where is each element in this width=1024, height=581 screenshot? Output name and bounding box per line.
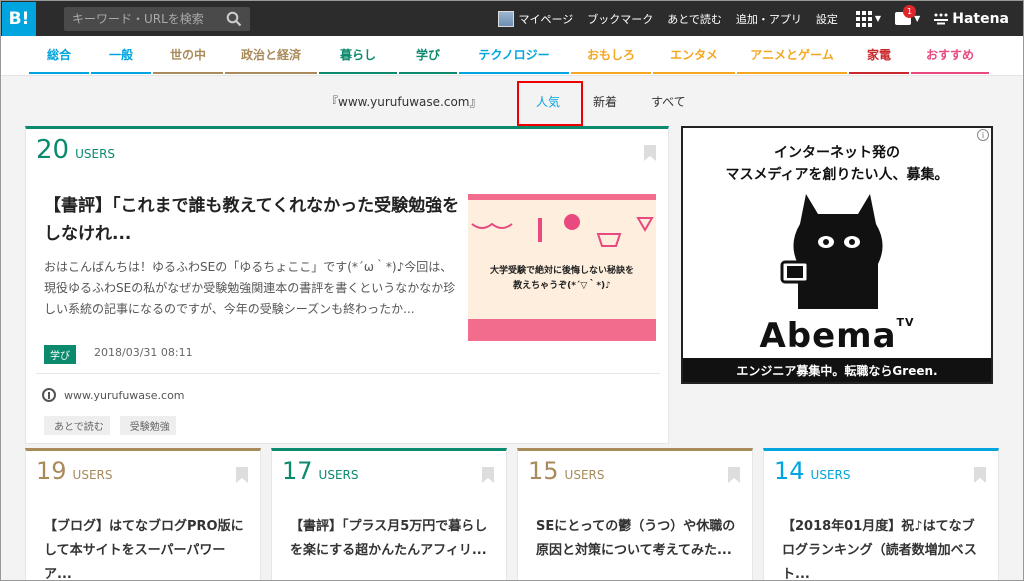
thumb-band <box>468 194 656 200</box>
users-count[interactable]: 20 USERS <box>36 135 115 165</box>
thumb-band <box>468 319 656 341</box>
divider <box>36 373 660 374</box>
caret-down-icon: ▼ <box>914 14 921 23</box>
users-label: USERS <box>318 468 359 482</box>
users-label: USERS <box>72 468 113 482</box>
tab-new[interactable]: 新着 <box>593 93 617 110</box>
entry-card: 14 USERS 【2018年01月度】祝♪はてなブログランキング（読者数増加ベスト… <box>763 448 999 580</box>
main-entry-card: 20 USERS 【書評】「これまで誰も教えてくれなかった受験勉強をしなけれ..… <box>25 126 669 444</box>
site-url: www.yurufuwase.com <box>64 388 185 402</box>
info-icon <box>42 388 56 402</box>
entry-date: 2018/03/31 08:11 <box>94 346 193 359</box>
users-number: 14 <box>774 457 805 485</box>
entry-title[interactable]: 【書評】「プラス月5万円で暮らしを楽にする超かんたんアフィリ... <box>290 515 495 563</box>
top-bar: B! マイページ ブックマーク あとで読む 追加・アプリ 設定 ▼ <box>1 1 1023 36</box>
mypage-link[interactable]: マイページ <box>498 10 574 27</box>
users-label: USERS <box>810 468 851 482</box>
category-tab[interactable]: おすすめ <box>911 36 989 74</box>
category-tab[interactable]: 家電 <box>849 36 909 74</box>
category-tab[interactable]: 一般 <box>91 36 151 74</box>
hatena-brand-link[interactable]: Hatena <box>934 11 1009 27</box>
read-later-link[interactable]: あとで読む <box>667 11 722 27</box>
entry-title[interactable]: 【書評】「これまで誰も教えてくれなかった受験勉強をしなけれ... <box>44 192 464 248</box>
users-number: 19 <box>36 457 67 485</box>
bookmark-icon[interactable] <box>974 467 986 483</box>
notification-badge: 1 <box>903 5 917 18</box>
category-tab[interactable]: 政治と経済 <box>225 36 317 74</box>
search-icon[interactable] <box>226 11 242 27</box>
category-tab[interactable]: 学び <box>399 36 457 74</box>
category-tab[interactable]: 総合 <box>29 36 89 74</box>
entry-title[interactable]: SEにとっての鬱（うつ）や休職の原因と対策について考えてみた... <box>536 515 741 563</box>
entry-site[interactable]: www.yurufuwase.com <box>42 388 185 402</box>
category-tab[interactable]: テクノロジー <box>459 36 569 74</box>
thumb-caption-line2: 教えちゃうぞ(*´▽｀*)♪ <box>513 281 611 291</box>
category-tag[interactable]: 学び <box>44 345 76 364</box>
entry-title[interactable]: 【ブログ】はてなブログPRO版にして本サイトをスーパーパワーア... <box>44 515 249 580</box>
users-count[interactable]: 17 USERS <box>282 457 358 485</box>
notification-button[interactable]: 1 ▼ <box>895 5 921 25</box>
bookmark-icon[interactable] <box>482 467 494 483</box>
entry-tags: あとで読む 受験勉強 <box>44 416 176 435</box>
bookmark-icon[interactable] <box>236 467 248 483</box>
ad-headline-line1: インターネット発の <box>774 145 900 161</box>
highlight-box <box>517 81 583 126</box>
tag-chip[interactable]: 受験勉強 <box>119 416 176 435</box>
grid-icon <box>855 10 872 27</box>
bookmark-icon[interactable] <box>728 467 740 483</box>
search-box <box>64 6 250 31</box>
users-label: USERS <box>75 147 116 161</box>
add-apps-link[interactable]: 追加・アプリ <box>736 11 802 27</box>
avatar <box>498 10 515 27</box>
bookmark-link[interactable]: ブックマーク <box>587 11 653 27</box>
entry-title[interactable]: 【2018年01月度】祝♪はてなブログランキング（読者数増加ベスト... <box>782 515 987 580</box>
thumb-caption-line1: 大学受験で絶対に後悔しない秘訣を <box>489 266 634 276</box>
ad-headline: インターネット発の マスメディアを創りたい人、募集。 <box>683 142 991 186</box>
apps-menu-button[interactable]: ▼ <box>855 10 882 27</box>
users-count[interactable]: 19 USERS <box>36 457 112 485</box>
mypage-label: マイページ <box>518 12 574 26</box>
category-tab[interactable]: おもしろ <box>571 36 651 74</box>
category-tab[interactable]: アニメとゲーム <box>737 36 847 74</box>
site-filter-label: 『www.yurufuwase.com』 <box>326 95 482 109</box>
entry-card: 19 USERS 【ブログ】はてなブログPRO版にして本サイトをスーパーパワーア..… <box>25 448 261 580</box>
category-tab[interactable]: 世の中 <box>153 36 223 74</box>
ad-brand: AbemaTV <box>683 316 991 356</box>
page: B! マイページ ブックマーク あとで読む 追加・アプリ 設定 ▼ <box>0 0 1024 581</box>
category-nav: 総合 一般 世の中 政治と経済 暮らし 学び テクノロジー おもしろ エンタメ アニメとゲーム 家電… <box>1 36 1023 76</box>
settings-link[interactable]: 設定 <box>816 11 838 27</box>
ad-brand-name: Abema <box>759 316 897 356</box>
tag-chip[interactable]: あとで読む <box>44 416 110 435</box>
search-input[interactable] <box>64 11 214 26</box>
abema-mascot-icon <box>780 194 883 309</box>
tab-all[interactable]: すべて <box>651 93 686 110</box>
entry-card: 15 USERS SEにとっての鬱（うつ）や休職の原因と対策について考えてみた... <box>517 448 753 580</box>
users-count[interactable]: 15 USERS <box>528 457 604 485</box>
hatena-label: Hatena <box>952 10 1009 27</box>
ad-brand-suffix: TV <box>896 316 915 329</box>
advertisement[interactable]: i インターネット発の マスメディアを創りたい人、募集。 AbemaTV エンジ… <box>681 126 993 384</box>
sub-tabs: 『www.yurufuwase.com』 人気 新着 すべて <box>1 81 1023 121</box>
ad-info-icon[interactable]: i <box>977 129 989 141</box>
users-number: 20 <box>36 135 70 165</box>
caret-down-icon: ▼ <box>874 14 882 23</box>
bookmark-icon[interactable] <box>644 145 656 161</box>
ad-footer: エンジニア募集中。転職ならGreen. <box>683 358 991 382</box>
header-nav: マイページ ブックマーク あとで読む 追加・アプリ 設定 ▼ 1 ▼ Haten… <box>498 1 1023 36</box>
entry-description: おはこんばんちは！ゆるふわSEの「ゆるちょここ」です(*´ω｀*)♪今回は、現役… <box>44 260 456 316</box>
party-decoration-icon <box>471 214 654 247</box>
thumb-caption: 大学受験で絶対に後悔しない秘訣を 教えちゃうぞ(*´▽｀*)♪ <box>468 264 656 294</box>
category-tab[interactable]: 暮らし <box>319 36 397 74</box>
entry-thumbnail[interactable]: 大学受験で絶対に後悔しない秘訣を 教えちゃうぞ(*´▽｀*)♪ <box>468 194 656 341</box>
hatena-bookmark-logo[interactable]: B! <box>2 1 36 36</box>
ad-headline-line2: マスメディアを創りたい人、募集。 <box>725 167 949 183</box>
category-tab[interactable]: エンタメ <box>653 36 735 74</box>
users-number: 15 <box>528 457 559 485</box>
entry-card: 17 USERS 【書評】「プラス月5万円で暮らしを楽にする超かんたんアフィリ... <box>271 448 507 580</box>
users-count[interactable]: 14 USERS <box>774 457 850 485</box>
category-list: 総合 一般 世の中 政治と経済 暮らし 学び テクノロジー おもしろ エンタメ アニメとゲーム 家電… <box>29 36 991 76</box>
users-label: USERS <box>564 468 605 482</box>
hatena-icon <box>934 13 949 24</box>
users-number: 17 <box>282 457 313 485</box>
